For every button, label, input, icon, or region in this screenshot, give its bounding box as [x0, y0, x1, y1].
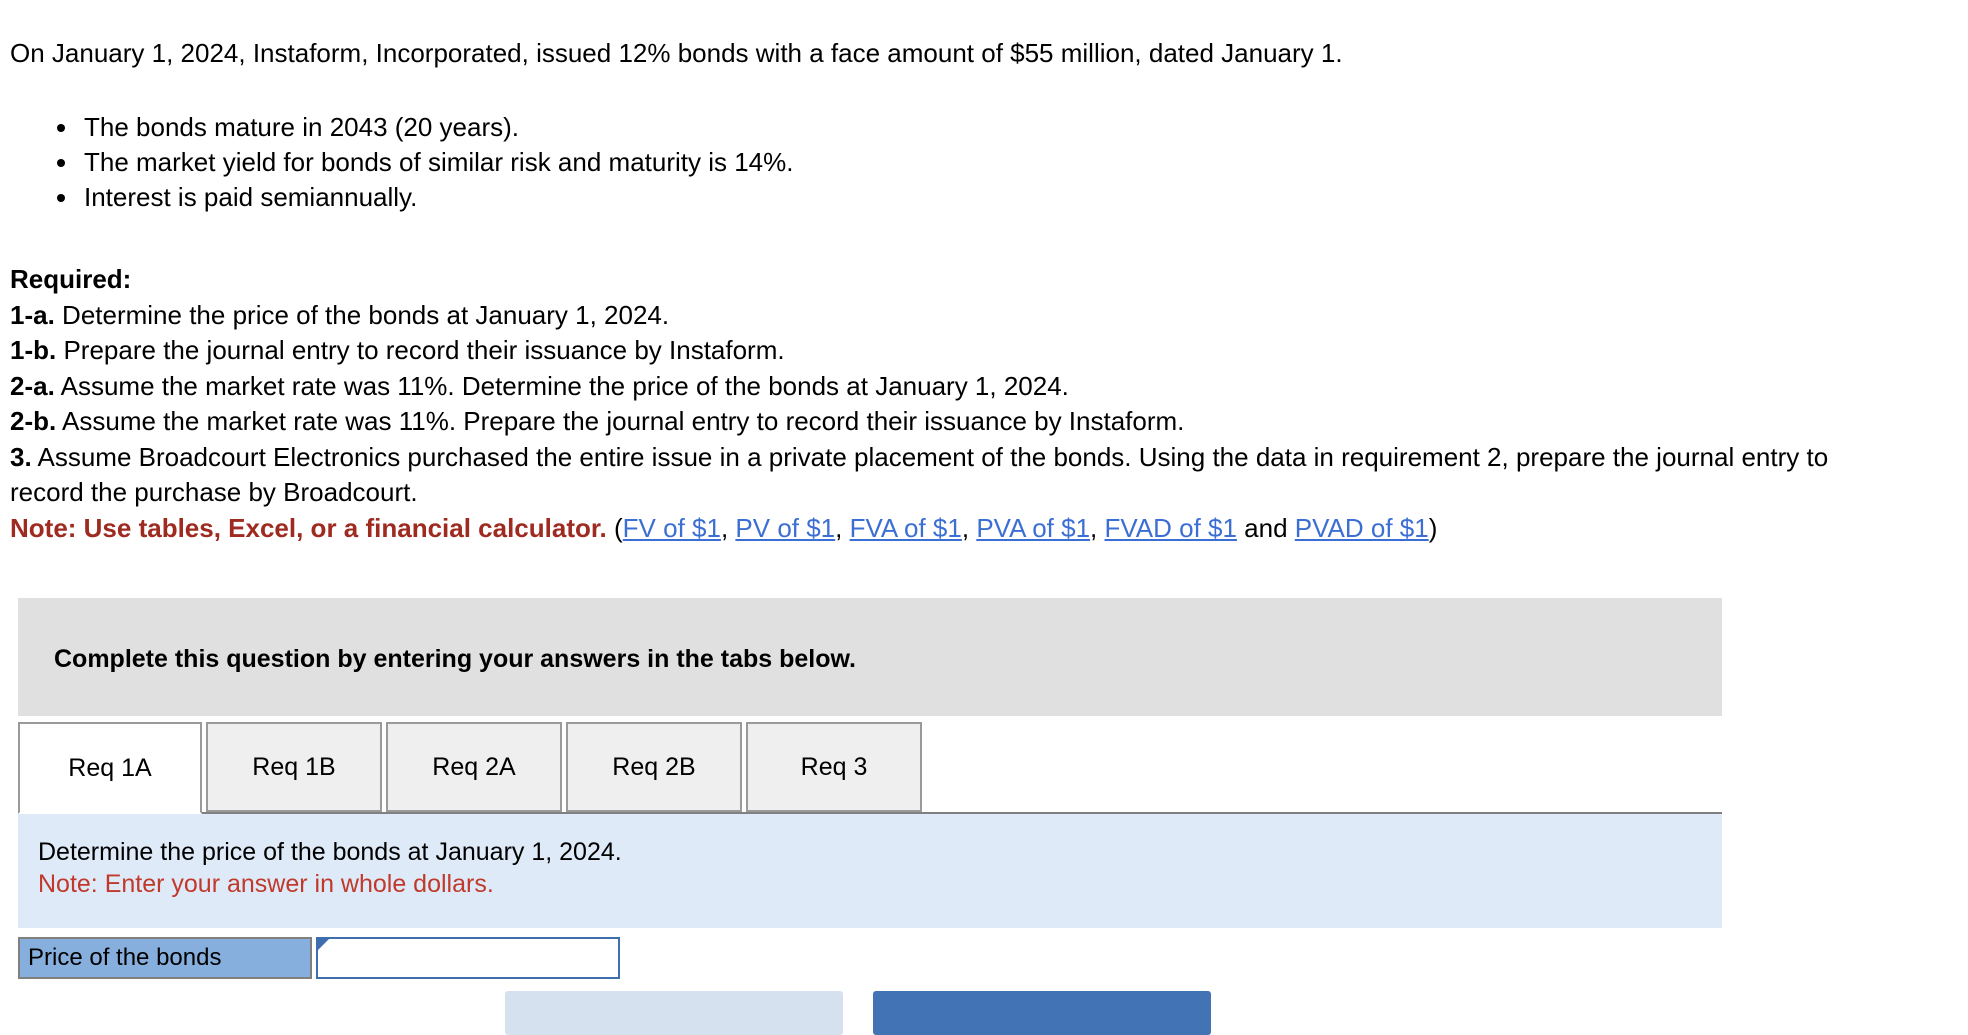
- tab-req-2b[interactable]: Req 2B: [566, 722, 742, 812]
- answer-input-container[interactable]: [316, 937, 620, 979]
- tab-req-1b-label: Req 1B: [252, 752, 336, 781]
- answer-row: Price of the bonds: [18, 937, 620, 979]
- tab-req-2b-label: Req 2B: [612, 752, 696, 781]
- price-of-bonds-input[interactable]: [318, 939, 618, 977]
- instruction-banner-text: Complete this question by entering your …: [54, 645, 856, 673]
- link-fvad-of-1[interactable]: FVAD of $1: [1104, 513, 1236, 543]
- requirement-2b-label: 2-b.: [10, 406, 57, 436]
- tab-req-2a-label: Req 2A: [432, 752, 516, 781]
- required-section: Required: 1-a. Determine the price of th…: [10, 262, 1870, 546]
- link-pvad-of-1[interactable]: PVAD of $1: [1295, 513, 1429, 543]
- tab-req-1a[interactable]: Req 1A: [18, 722, 202, 814]
- requirement-1a-label: 1-a.: [10, 299, 55, 330]
- required-heading: Required:: [10, 264, 132, 294]
- note-line: Note: Use tables, Excel, or a financial …: [10, 511, 1870, 547]
- previous-button[interactable]: [505, 991, 843, 1035]
- requirement-2a: 2-a. Assume the market rate was 11%. Det…: [10, 369, 1870, 405]
- tab-req-1a-label: Req 1A: [68, 753, 152, 782]
- list-item: The market yield for bonds of similar ri…: [80, 145, 793, 180]
- requirement-3-label: 3.: [10, 441, 32, 472]
- tab-req-1b[interactable]: Req 1B: [206, 722, 382, 812]
- tab-req-3[interactable]: Req 3: [746, 722, 922, 812]
- problem-bullet-list: The bonds mature in 2043 (20 years). The…: [10, 110, 793, 215]
- note-sep-3: ,: [961, 512, 977, 543]
- question-page: On January 1, 2024, Instaform, Incorpora…: [0, 0, 1968, 1035]
- requirement-2a-label: 2-a.: [10, 370, 55, 401]
- tab-strip: Req 1A Req 1B Req 2A Req 2B Req 3: [18, 722, 1722, 814]
- requirement-1b-text: Prepare the journal entry to record thei…: [63, 335, 785, 365]
- link-fv-of-1[interactable]: FV of $1: [623, 513, 721, 543]
- cell-marker-icon: [318, 939, 329, 950]
- requirement-2b-text: Assume the market rate was 11%. Prepare …: [62, 406, 1185, 436]
- prompt-line-2: Note: Enter your answer in whole dollars…: [38, 870, 494, 898]
- tab-req-3-label: Req 3: [800, 752, 868, 781]
- note-open-paren: (: [606, 512, 623, 543]
- requirement-3-text: Assume Broadcourt Electronics purchased …: [10, 441, 1829, 508]
- tab-req-2a[interactable]: Req 2A: [386, 722, 562, 812]
- note-sep-1: ,: [720, 512, 736, 543]
- requirement-1b-label: 1-b.: [10, 335, 57, 365]
- requirement-1b: 1-b. Prepare the journal entry to record…: [10, 333, 1870, 369]
- instruction-banner: Complete this question by entering your …: [18, 598, 1722, 716]
- answer-row-label: Price of the bonds: [18, 937, 312, 979]
- prompt-line-1: Determine the price of the bonds at Janu…: [38, 838, 622, 866]
- requirement-1a: 1-a. Determine the price of the bonds at…: [10, 298, 1870, 334]
- next-button[interactable]: [873, 991, 1211, 1035]
- note-sep-2: ,: [835, 512, 850, 543]
- requirement-1a-text: Determine the price of the bonds at Janu…: [62, 299, 670, 330]
- note-close-paren: ): [1428, 512, 1438, 543]
- link-pva-of-1[interactable]: PVA of $1: [976, 513, 1090, 543]
- link-pv-of-1[interactable]: PV of $1: [735, 513, 835, 543]
- link-fva-of-1[interactable]: FVA of $1: [850, 513, 962, 543]
- requirement-3: 3. Assume Broadcourt Electronics purchas…: [10, 440, 1870, 511]
- note-sep-4: ,: [1090, 512, 1105, 543]
- problem-intro: On January 1, 2024, Instaform, Incorpora…: [10, 38, 1343, 68]
- requirement-2a-text: Assume the market rate was 11%. Determin…: [60, 370, 1069, 401]
- list-item: Interest is paid semiannually.: [80, 180, 793, 215]
- note-bold-text: Note: Use tables, Excel, or a financial …: [10, 512, 607, 543]
- note-conjunction: and: [1236, 512, 1295, 543]
- requirement-2b: 2-b. Assume the market rate was 11%. Pre…: [10, 404, 1870, 440]
- prompt-panel: Determine the price of the bonds at Janu…: [18, 814, 1722, 928]
- list-item: The bonds mature in 2043 (20 years).: [80, 110, 793, 145]
